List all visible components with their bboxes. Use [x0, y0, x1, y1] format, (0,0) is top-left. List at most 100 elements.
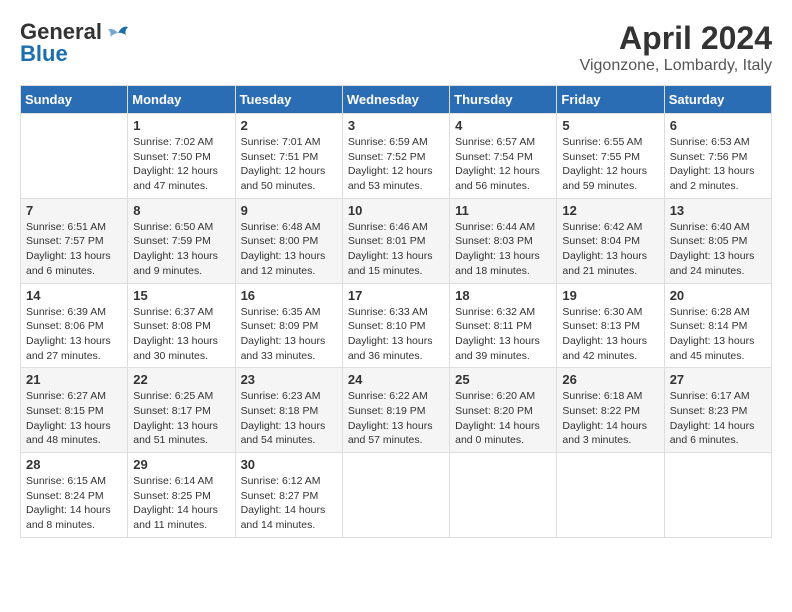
day-info: Sunrise: 6:44 AM Sunset: 8:03 PM Dayligh…: [455, 220, 551, 279]
calendar-cell: 19 Sunrise: 6:30 AM Sunset: 8:13 PM Dayli…: [557, 283, 664, 368]
calendar-table: SundayMondayTuesdayWednesdayThursdayFrid…: [20, 85, 772, 538]
day-info: Sunrise: 6:17 AM Sunset: 8:23 PM Dayligh…: [670, 389, 766, 448]
day-number: 14: [26, 288, 122, 303]
day-info: Sunrise: 6:35 AM Sunset: 8:09 PM Dayligh…: [241, 305, 337, 364]
calendar-cell: 23 Sunrise: 6:23 AM Sunset: 8:18 PM Dayli…: [235, 368, 342, 453]
day-info: Sunrise: 6:20 AM Sunset: 8:20 PM Dayligh…: [455, 389, 551, 448]
calendar-cell: 11 Sunrise: 6:44 AM Sunset: 8:03 PM Dayli…: [450, 198, 557, 283]
day-info: Sunrise: 6:53 AM Sunset: 7:56 PM Dayligh…: [670, 135, 766, 194]
day-number: 27: [670, 372, 766, 387]
day-info: Sunrise: 6:30 AM Sunset: 8:13 PM Dayligh…: [562, 305, 658, 364]
day-number: 1: [133, 118, 229, 133]
calendar-week-row: 28 Sunrise: 6:15 AM Sunset: 8:24 PM Dayli…: [21, 453, 772, 538]
calendar-cell: 6 Sunrise: 6:53 AM Sunset: 7:56 PM Daylig…: [664, 114, 771, 199]
day-info: Sunrise: 6:22 AM Sunset: 8:19 PM Dayligh…: [348, 389, 444, 448]
day-info: Sunrise: 7:01 AM Sunset: 7:51 PM Dayligh…: [241, 135, 337, 194]
day-number: 23: [241, 372, 337, 387]
day-number: 24: [348, 372, 444, 387]
column-header-friday: Friday: [557, 86, 664, 114]
day-info: Sunrise: 6:48 AM Sunset: 8:00 PM Dayligh…: [241, 220, 337, 279]
calendar-cell: 14Sunrise: 6:39 AM Sunset: 8:06 PM Dayli…: [21, 283, 128, 368]
day-info: Sunrise: 6:59 AM Sunset: 7:52 PM Dayligh…: [348, 135, 444, 194]
day-number: 6: [670, 118, 766, 133]
day-info: Sunrise: 6:12 AM Sunset: 8:27 PM Dayligh…: [241, 474, 337, 533]
column-header-tuesday: Tuesday: [235, 86, 342, 114]
day-number: 11: [455, 203, 551, 218]
calendar-cell: 26Sunrise: 6:18 AM Sunset: 8:22 PM Dayli…: [557, 368, 664, 453]
calendar-cell: 20 Sunrise: 6:28 AM Sunset: 8:14 PM Dayli…: [664, 283, 771, 368]
day-number: 20: [670, 288, 766, 303]
column-header-wednesday: Wednesday: [342, 86, 449, 114]
day-number: 29: [133, 457, 229, 472]
column-header-saturday: Saturday: [664, 86, 771, 114]
day-number: 4: [455, 118, 551, 133]
day-number: 15: [133, 288, 229, 303]
calendar-cell: 27 Sunrise: 6:17 AM Sunset: 8:23 PM Dayli…: [664, 368, 771, 453]
title-block: April 2024 Vigonzone, Lombardy, Italy: [580, 20, 772, 75]
day-number: 28: [26, 457, 122, 472]
calendar-cell: 4 Sunrise: 6:57 AM Sunset: 7:54 PM Daylig…: [450, 114, 557, 199]
day-info: Sunrise: 6:37 AM Sunset: 8:08 PM Dayligh…: [133, 305, 229, 364]
day-number: 17: [348, 288, 444, 303]
day-info: Sunrise: 6:25 AM Sunset: 8:17 PM Dayligh…: [133, 389, 229, 448]
day-number: 19: [562, 288, 658, 303]
column-header-sunday: Sunday: [21, 86, 128, 114]
calendar-cell: 16 Sunrise: 6:35 AM Sunset: 8:09 PM Dayli…: [235, 283, 342, 368]
calendar-cell: 30 Sunrise: 6:12 AM Sunset: 8:27 PM Dayli…: [235, 453, 342, 538]
calendar-cell: 7Sunrise: 6:51 AM Sunset: 7:57 PM Daylig…: [21, 198, 128, 283]
column-header-monday: Monday: [128, 86, 235, 114]
calendar-cell: 18 Sunrise: 6:32 AM Sunset: 8:11 PM Dayli…: [450, 283, 557, 368]
day-number: 21: [26, 372, 122, 387]
calendar-cell: 2Sunrise: 7:01 AM Sunset: 7:51 PM Daylig…: [235, 114, 342, 199]
calendar-week-row: 7Sunrise: 6:51 AM Sunset: 7:57 PM Daylig…: [21, 198, 772, 283]
day-info: Sunrise: 6:32 AM Sunset: 8:11 PM Dayligh…: [455, 305, 551, 364]
calendar-cell: 25 Sunrise: 6:20 AM Sunset: 8:20 PM Dayli…: [450, 368, 557, 453]
logo-bird-icon: [104, 23, 132, 43]
day-info: Sunrise: 6:46 AM Sunset: 8:01 PM Dayligh…: [348, 220, 444, 279]
day-number: 13: [670, 203, 766, 218]
column-header-thursday: Thursday: [450, 86, 557, 114]
calendar-cell: 15 Sunrise: 6:37 AM Sunset: 8:08 PM Dayli…: [128, 283, 235, 368]
page-subtitle: Vigonzone, Lombardy, Italy: [580, 57, 772, 75]
day-info: Sunrise: 6:28 AM Sunset: 8:14 PM Dayligh…: [670, 305, 766, 364]
day-info: Sunrise: 6:57 AM Sunset: 7:54 PM Dayligh…: [455, 135, 551, 194]
calendar-cell: 8 Sunrise: 6:50 AM Sunset: 7:59 PM Daylig…: [128, 198, 235, 283]
calendar-cell: 29Sunrise: 6:14 AM Sunset: 8:25 PM Dayli…: [128, 453, 235, 538]
day-number: 8: [133, 203, 229, 218]
day-number: 12: [562, 203, 658, 218]
day-info: Sunrise: 6:40 AM Sunset: 8:05 PM Dayligh…: [670, 220, 766, 279]
calendar-cell: [557, 453, 664, 538]
day-number: 22: [133, 372, 229, 387]
calendar-cell: 9 Sunrise: 6:48 AM Sunset: 8:00 PM Daylig…: [235, 198, 342, 283]
calendar-cell: 12Sunrise: 6:42 AM Sunset: 8:04 PM Dayli…: [557, 198, 664, 283]
calendar-cell: 3 Sunrise: 6:59 AM Sunset: 7:52 PM Daylig…: [342, 114, 449, 199]
calendar-cell: 22 Sunrise: 6:25 AM Sunset: 8:17 PM Dayli…: [128, 368, 235, 453]
day-number: 10: [348, 203, 444, 218]
calendar-cell: 17 Sunrise: 6:33 AM Sunset: 8:10 PM Dayli…: [342, 283, 449, 368]
calendar-cell: 24 Sunrise: 6:22 AM Sunset: 8:19 PM Dayli…: [342, 368, 449, 453]
calendar-cell: 21Sunrise: 6:27 AM Sunset: 8:15 PM Dayli…: [21, 368, 128, 453]
day-number: 5: [562, 118, 658, 133]
day-info: Sunrise: 6:23 AM Sunset: 8:18 PM Dayligh…: [241, 389, 337, 448]
day-number: 3: [348, 118, 444, 133]
calendar-header-row: SundayMondayTuesdayWednesdayThursdayFrid…: [21, 86, 772, 114]
logo: General Blue: [20, 20, 132, 66]
calendar-cell: [450, 453, 557, 538]
day-number: 7: [26, 203, 122, 218]
calendar-week-row: 21Sunrise: 6:27 AM Sunset: 8:15 PM Dayli…: [21, 368, 772, 453]
calendar-cell: 5Sunrise: 6:55 AM Sunset: 7:55 PM Daylig…: [557, 114, 664, 199]
day-info: Sunrise: 6:33 AM Sunset: 8:10 PM Dayligh…: [348, 305, 444, 364]
day-number: 18: [455, 288, 551, 303]
day-info: Sunrise: 6:50 AM Sunset: 7:59 PM Dayligh…: [133, 220, 229, 279]
day-info: Sunrise: 6:15 AM Sunset: 8:24 PM Dayligh…: [26, 474, 122, 533]
day-number: 16: [241, 288, 337, 303]
day-number: 25: [455, 372, 551, 387]
day-number: 9: [241, 203, 337, 218]
logo-blue-text: Blue: [20, 42, 68, 66]
calendar-cell: [664, 453, 771, 538]
day-number: 30: [241, 457, 337, 472]
calendar-cell: 13 Sunrise: 6:40 AM Sunset: 8:05 PM Dayli…: [664, 198, 771, 283]
day-info: Sunrise: 7:02 AM Sunset: 7:50 PM Dayligh…: [133, 135, 229, 194]
day-info: Sunrise: 6:18 AM Sunset: 8:22 PM Dayligh…: [562, 389, 658, 448]
calendar-cell: [342, 453, 449, 538]
